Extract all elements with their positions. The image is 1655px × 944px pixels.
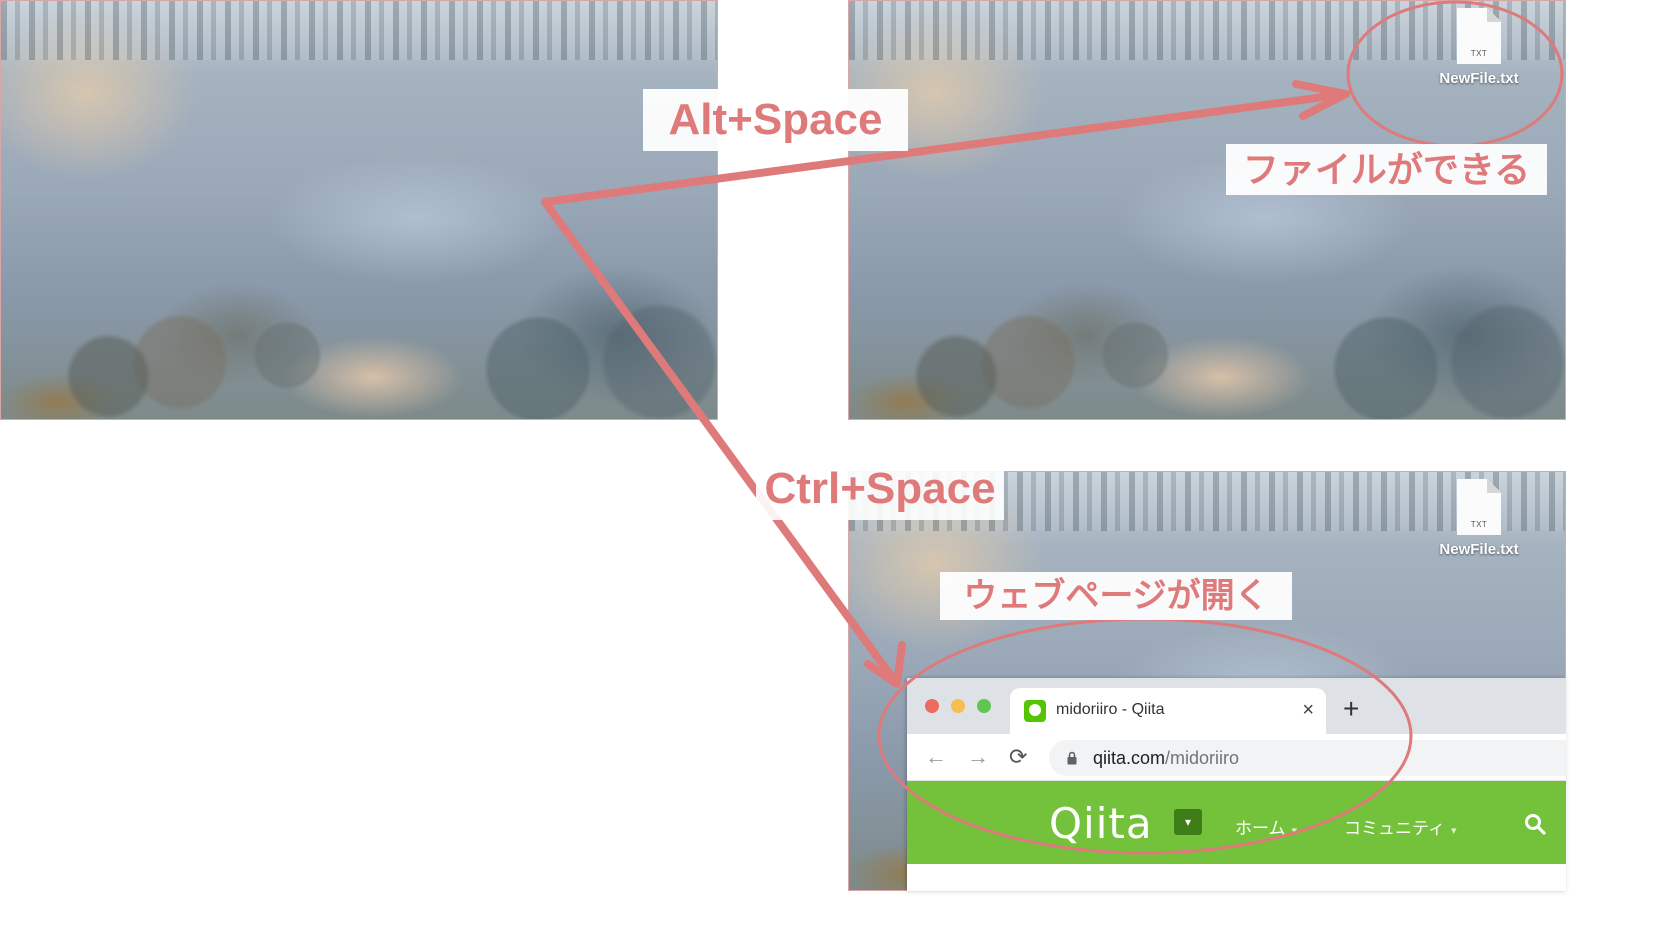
nav-home[interactable]: ホーム ▾ [1235, 814, 1297, 839]
file-name: NewFile.txt [1439, 541, 1519, 558]
search-icon[interactable] [1524, 813, 1546, 835]
desktop-file-newfile[interactable]: TXT NewFile.txt [1424, 8, 1534, 87]
back-arrow-icon[interactable]: ← [925, 743, 947, 771]
page-fold [1487, 479, 1501, 493]
lock-icon [1067, 751, 1077, 765]
new-tab-button[interactable]: + [1343, 695, 1359, 723]
file-extension-label: TXT [1470, 49, 1488, 58]
reload-icon[interactable]: ⟳ [1009, 743, 1027, 771]
desktop-before [0, 0, 718, 420]
shortcut-label-alt-space: Alt+Space [643, 89, 908, 151]
qiita-logo[interactable]: Qiita [1049, 799, 1153, 848]
qiita-header: Qiita ▾ ホーム ▾ コミュニティ ▾ [907, 781, 1566, 864]
shortcut-label-ctrl-space: Ctrl+Space [756, 458, 1004, 520]
result-label-file-created: ファイルができる [1226, 144, 1547, 195]
tab-close-icon[interactable]: × [1302, 698, 1314, 722]
nav-community[interactable]: コミュニティ ▾ [1344, 814, 1457, 839]
window-maximize-button[interactable] [977, 699, 991, 713]
text-file-icon: TXT [1457, 479, 1501, 535]
nav-home-label: ホーム [1235, 819, 1286, 838]
address-bar[interactable]: qiita.com/midoriiro [1049, 740, 1566, 776]
browser-window: midoriiro - Qiita × + ← → ⟳ qiita.com/mi… [907, 678, 1566, 891]
text-file-icon: TXT [1457, 8, 1501, 64]
file-name: NewFile.txt [1439, 70, 1519, 87]
url-text: qiita.com/midoriiro [1093, 748, 1239, 769]
tab-title: midoriiro - Qiita [1056, 701, 1165, 718]
browser-toolbar: ← → ⟳ qiita.com/midoriiro [907, 734, 1566, 781]
logo-dropdown-button[interactable]: ▾ [1174, 809, 1202, 835]
chevron-down-icon: ▾ [1291, 825, 1298, 837]
tab-strip: midoriiro - Qiita × + [907, 678, 1566, 734]
window-minimize-button[interactable] [951, 699, 965, 713]
browser-tab[interactable]: midoriiro - Qiita × [1010, 688, 1326, 734]
chevron-down-icon: ▾ [1450, 825, 1457, 837]
nav-community-label: コミュニティ [1344, 819, 1445, 838]
desktop-file-newfile-2[interactable]: TXT NewFile.txt [1424, 479, 1534, 558]
result-label-web-opens: ウェブページが開く [940, 572, 1292, 620]
url-host: qiita.com [1093, 748, 1166, 768]
file-extension-label: TXT [1470, 520, 1488, 529]
qiita-favicon-icon [1024, 700, 1046, 722]
window-close-button[interactable] [925, 699, 939, 713]
url-path: /midoriiro [1165, 748, 1240, 768]
forward-arrow-icon[interactable]: → [967, 743, 989, 771]
page-fold [1487, 8, 1501, 22]
